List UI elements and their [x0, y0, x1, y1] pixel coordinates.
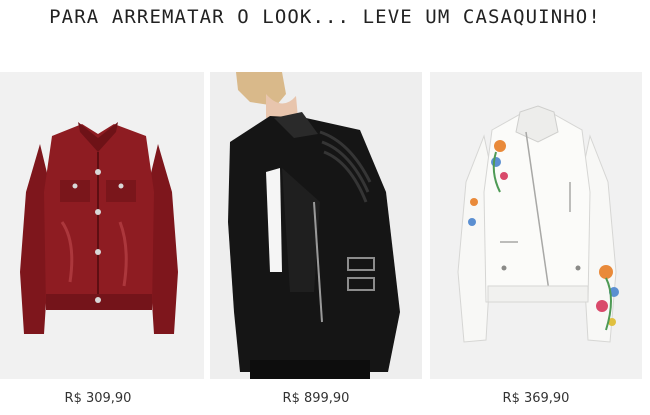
- product-recommendation-section: PARA ARREMATAR O LOOK... LEVE UM CASAQUI…: [0, 0, 650, 415]
- product-card[interactable]: R$ 309,90: [0, 72, 204, 415]
- black-jacket-illustration: [210, 72, 422, 379]
- black-biker-jacket-image[interactable]: [210, 72, 422, 379]
- product-card[interactable]: R$ 369,90: [430, 72, 642, 415]
- red-jacket-illustration: [0, 72, 204, 379]
- product-price: R$ 309,90: [64, 391, 132, 406]
- white-embroidered-jacket-image[interactable]: [430, 72, 642, 379]
- product-card[interactable]: R$ 899,90: [210, 72, 422, 415]
- section-title: PARA ARREMATAR O LOOK... LEVE UM CASAQUI…: [49, 6, 601, 28]
- red-leather-jacket-image[interactable]: [0, 72, 204, 379]
- white-jacket-illustration: [430, 72, 642, 379]
- product-price: R$ 899,90: [282, 391, 350, 406]
- product-price: R$ 369,90: [502, 391, 570, 406]
